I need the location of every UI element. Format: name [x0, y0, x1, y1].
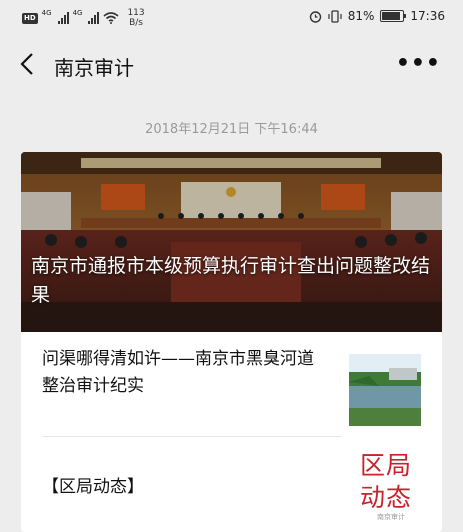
sim2-label: 4G — [72, 9, 83, 17]
sim1-label: 4G — [41, 9, 52, 17]
sub-article-title: 【区局动态】 — [42, 477, 144, 497]
nav-bar: 南京审计 ••• — [0, 34, 463, 96]
network-speed: 113 B/s — [127, 8, 144, 28]
divider — [42, 436, 342, 437]
page-title: 南京审计 — [54, 56, 134, 80]
message-timestamp: 2018年12月21日 下午16:44 — [145, 122, 318, 137]
signal-icon — [88, 12, 100, 24]
thumbnail-text: 区局动态 — [359, 451, 412, 512]
sub-article-thumbnail: 区局动态 南京审计 — [349, 446, 421, 526]
article-card: 南京市通报市本级预算执行审计查出问题整改结果 问渠哪得清如许——南京市黑臭河道整… — [21, 152, 442, 532]
status-bar: HD 4G 4G 113 B/s 81% 17:36 — [0, 0, 463, 34]
wifi-icon — [103, 12, 119, 24]
back-arrow-icon[interactable] — [18, 52, 36, 76]
battery-icon — [380, 10, 407, 22]
speed-value: 113 — [127, 8, 145, 18]
sub-article-thumbnail — [349, 354, 421, 426]
signal-icon — [57, 12, 69, 24]
article-cover[interactable]: 南京市通报市本级预算执行审计查出问题整改结果 — [21, 152, 442, 332]
vibrate-icon — [328, 9, 342, 23]
alarm-icon — [309, 10, 321, 23]
speed-unit: B/s — [129, 18, 143, 28]
battery-percent: 81% — [347, 9, 375, 23]
sub-article-item[interactable]: 问渠哪得清如许——南京市黑臭河道整治审计纪实 — [21, 332, 442, 426]
sub-article-title: 问渠哪得清如许——南京市黑臭河道整治审计纪实 — [42, 349, 314, 396]
more-options-icon[interactable]: ••• — [396, 53, 441, 75]
river-image — [349, 354, 421, 426]
hd-badge: HD — [22, 12, 38, 24]
article-cover-title: 南京市通报市本级预算执行审计查出问题整改结果 — [31, 255, 431, 306]
sub-article-item[interactable]: 【区局动态】 区局动态 南京审计 — [21, 442, 442, 532]
clock: 17:36 — [410, 9, 445, 23]
